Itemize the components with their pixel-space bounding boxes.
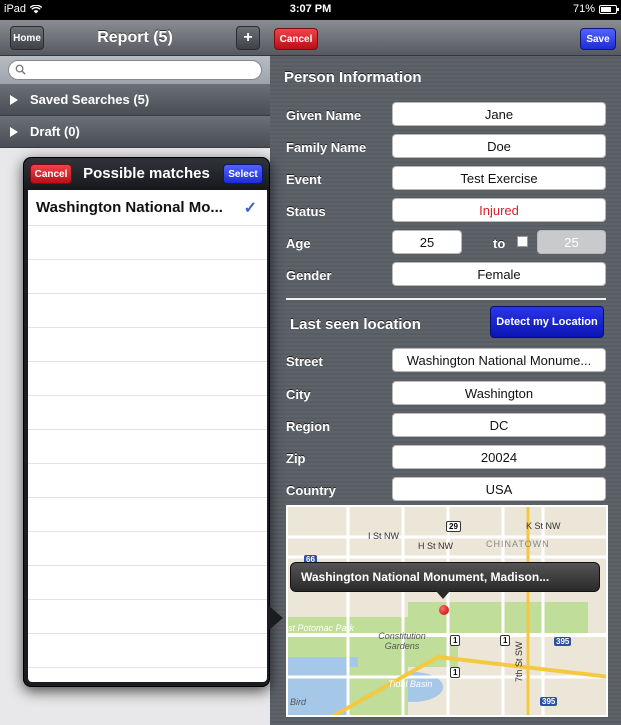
zip-label: Zip [286,451,306,466]
given-name-field[interactable]: Jane [392,102,606,126]
map-label: I St NW [368,531,399,541]
empty-list-row [28,464,267,498]
empty-list-row [28,396,267,430]
person-section-title: Person Information [284,69,422,86]
section-divider [286,298,606,300]
street-label: Street [286,354,323,369]
empty-list-row [28,260,267,294]
family-name-field[interactable]: Doe [392,134,606,158]
country-label: Country [286,483,336,498]
route-shield: 1 [450,667,461,678]
detect-location-button[interactable]: Detect my Location [490,306,604,338]
map-label: K St NW [526,521,561,531]
empty-list-row [28,498,267,532]
search-input[interactable] [8,60,262,80]
route-shield: 395 [540,697,558,706]
gender-field[interactable]: Female [392,262,606,286]
route-shield: 29 [446,521,461,532]
checkmark-icon: ✓ [243,200,257,217]
map-label: 7th St SW [514,641,524,682]
popover-select-button[interactable]: Select [223,164,263,184]
empty-list-row [28,566,267,600]
zip-field[interactable]: 20024 [392,445,606,469]
detail-navbar: Cancel Save [270,20,621,56]
section-label: Saved Searches (5) [30,92,150,107]
empty-list-row [28,294,267,328]
disclosure-triangle-icon [10,94,18,105]
empty-list-row [28,430,267,464]
route-shield: 1 [500,635,511,646]
search-bar [0,56,270,84]
map-callout-pointer [436,591,450,599]
empty-list-row [28,226,267,260]
map-label: Constitution Gardens [378,631,426,651]
age-from-field[interactable]: 25 [392,230,462,254]
master-navbar: Home Report (5) + [0,20,270,56]
age-to-label: to [493,236,506,251]
region-field[interactable]: DC [392,413,606,437]
age-to-field[interactable]: 25 [537,230,606,254]
status-bar: iPad 3:07 PM 71% [0,0,621,20]
clock: 3:07 PM [289,3,332,15]
map-callout[interactable]: Washington National Monument, Madison... [290,562,600,592]
empty-list-row [28,328,267,362]
matches-list: Washington National Mo... ✓ [28,190,267,682]
disclosure-triangle-icon [10,126,18,137]
map-label: Tidal Basin [388,679,433,689]
region-label: Region [286,419,331,434]
section-label: Draft (0) [30,124,80,139]
match-label: Washington National Mo... [36,199,223,216]
map-label: H St NW [418,541,453,551]
map-label: Bird [290,697,307,707]
city-field[interactable]: Washington [392,381,606,405]
possible-matches-popover: Cancel Possible matches Select Washingto… [23,157,270,687]
cancel-button[interactable]: Cancel [274,28,318,50]
empty-list-row [28,362,267,396]
empty-list-row [28,634,267,668]
status-label: Status [286,204,326,219]
age-label: Age [286,236,311,251]
map-label: st Potomac Park [288,623,355,633]
status-field[interactable]: Injured [392,198,606,222]
age-range-checkbox[interactable] [517,236,528,247]
route-shield: 1 [450,635,461,646]
city-label: City [286,387,311,402]
add-button[interactable]: + [236,26,260,50]
event-label: Event [286,172,322,187]
search-icon [15,64,26,75]
event-field[interactable]: Test Exercise [392,166,606,190]
popover-arrow [269,606,283,630]
map-pin-icon[interactable] [439,605,449,615]
battery-percent: 71% [572,3,595,15]
section-draft[interactable]: Draft (0) [0,116,270,148]
list-item[interactable]: Washington National Mo... ✓ [28,190,267,226]
report-title: Report (5) [97,29,173,46]
battery-icon [599,4,619,14]
empty-list-row [28,532,267,566]
street-field[interactable]: Washington National Monume... [392,348,606,372]
popover-navbar: Cancel Possible matches Select [24,158,269,190]
country-field[interactable]: USA [392,477,606,501]
map-label: CHINATOWN [486,539,550,549]
route-shield: 395 [554,637,572,646]
save-button[interactable]: Save [580,28,616,50]
empty-list-row [28,600,267,634]
status-right: 71% [572,3,619,15]
gender-label: Gender [286,268,332,283]
section-saved-searches[interactable]: Saved Searches (5) [0,84,270,116]
location-section-title: Last seen location [290,316,421,333]
family-name-label: Family Name [286,140,367,155]
given-name-label: Given Name [286,108,362,123]
